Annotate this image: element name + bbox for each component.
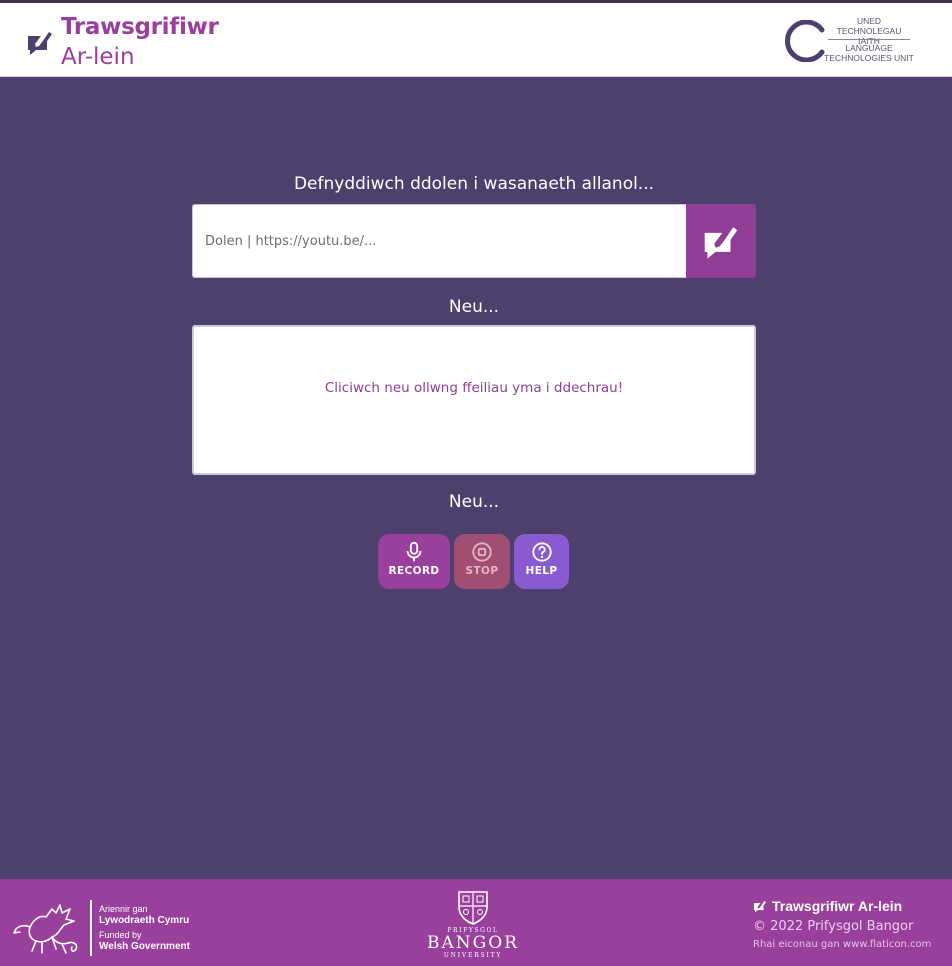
app-subtitle: Ar-lein xyxy=(61,44,135,70)
file-dropzone[interactable]: Cliciwch neu ollwng ffeiliau yma i ddech… xyxy=(192,325,756,475)
or-separator-2: Neu... xyxy=(448,492,500,512)
ltu-divider xyxy=(828,39,910,40)
question-circle-icon xyxy=(531,542,552,562)
app-title: Trawsgrifiwr xyxy=(61,14,219,40)
ltu-line1: UNED TECHNOLEGAU xyxy=(836,16,902,36)
site-header: Trawsgrifiwr Ar-lein UNED TECHNOLEGAU IA… xyxy=(0,3,952,77)
site-footer: Ariennir gan Lywodraeth Cymru Funded by … xyxy=(0,879,952,966)
university-name: BANGOR xyxy=(427,933,519,953)
ltu-ring-icon xyxy=(785,20,825,62)
recording-controls: RECORD STOP HELP xyxy=(378,534,569,589)
stop-label: STOP xyxy=(465,565,499,577)
edit-message-icon xyxy=(704,227,738,259)
footer-copyright: © 2022 Prifysgol Bangor xyxy=(753,919,914,934)
help-label: HELP xyxy=(525,565,558,577)
footer-app-name: Trawsgrifiwr Ar-lein xyxy=(772,898,903,914)
link-heading: Defnyddiwch ddolen i wasanaeth allanol..… xyxy=(293,174,655,194)
main-content: Defnyddiwch ddolen i wasanaeth allanol..… xyxy=(0,78,952,879)
dropzone-text: Cliciwch neu ollwng ffeiliau yma i ddech… xyxy=(324,380,624,396)
ltu-line4: TECHNOLOGIES UNIT xyxy=(824,53,914,63)
brand[interactable]: Trawsgrifiwr Ar-lein xyxy=(26,12,219,72)
welsh-government-logo[interactable]: Ariennir gan Lywodraeth Cymru Funded by … xyxy=(12,899,190,957)
link-input[interactable] xyxy=(192,204,686,278)
microphone-icon xyxy=(406,541,422,562)
footer-credits: Trawsgrifiwr Ar-lein © 2022 Prifysgol Ba… xyxy=(753,898,948,950)
funder-line3: Funded by xyxy=(99,930,142,940)
edit-message-icon xyxy=(754,901,766,913)
funder-line1: Ariennir gan xyxy=(99,904,148,914)
record-label: RECORD xyxy=(388,565,440,577)
funder-divider xyxy=(90,900,92,956)
record-button[interactable]: RECORD xyxy=(378,534,450,589)
link-submit-button[interactable] xyxy=(686,204,756,278)
welsh-dragon-icon xyxy=(13,904,78,954)
stop-button[interactable]: STOP xyxy=(454,534,510,589)
funder-line4: Welsh Government xyxy=(99,940,190,952)
university-crest-icon xyxy=(458,891,488,925)
ltu-logo[interactable]: UNED TECHNOLEGAU IAITH LANGUAGE TECHNOLO… xyxy=(784,16,914,66)
link-form xyxy=(192,204,756,278)
funder-line2: Lywodraeth Cymru xyxy=(99,914,190,926)
ltu-line3: LANGUAGE xyxy=(845,43,893,53)
edit-message-icon xyxy=(28,32,52,55)
stop-circle-icon xyxy=(472,542,492,562)
bangor-university-logo[interactable]: PRIFYSGOL BANGOR UNIVERSITY xyxy=(422,889,524,959)
or-separator-1: Neu... xyxy=(448,297,500,317)
help-button[interactable]: HELP xyxy=(514,534,569,589)
footer-icon-credit[interactable]: Rhai eiconau gan www.flaticon.com xyxy=(753,939,948,950)
university-suffix: UNIVERSITY xyxy=(443,952,503,959)
